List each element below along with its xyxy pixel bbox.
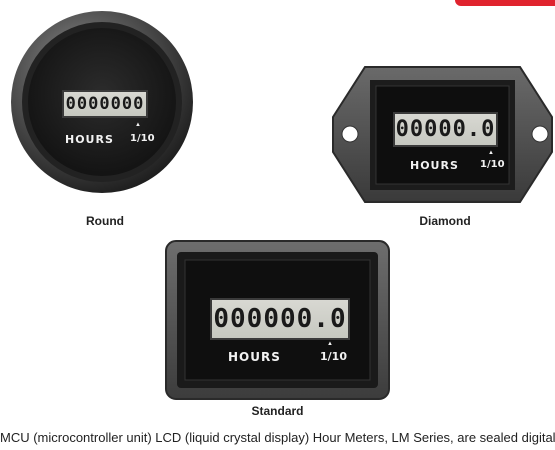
standard-tenth-arrow-icon: ▲ (327, 341, 333, 347)
red-corner-tab (455, 0, 555, 6)
diamond-tenth-arrow-icon: ▲ (488, 150, 494, 156)
diamond-hours-label: HOURS (410, 159, 459, 172)
description-text: MCU (microcontroller unit) LCD (liquid c… (0, 430, 555, 445)
round-tenth-arrow-icon: ▲ (135, 122, 141, 128)
standard-lcd-display: 000000.0 (210, 298, 350, 340)
round-hour-meter: 0000000 HOURS ▲ 1/10 (10, 10, 195, 195)
standard-hours-label: HOURS (228, 350, 281, 364)
diamond-caption: Diamond (419, 214, 471, 228)
standard-tenth-label: 1/10 (320, 350, 347, 363)
round-tenth-label: 1/10 (130, 133, 155, 144)
round-lcd-display: 0000000 (62, 90, 148, 118)
round-hours-label: HOURS (65, 133, 114, 146)
diamond-tenth-label: 1/10 (480, 159, 505, 170)
diamond-lcd-display: 00000.0 (393, 112, 498, 147)
round-caption: Round (86, 214, 124, 228)
standard-caption: Standard (251, 404, 304, 418)
standard-hour-meter: 000000.0 HOURS ▲ 1/10 (165, 240, 390, 400)
diamond-hour-meter: 00000.0 HOURS ▲ 1/10 (330, 62, 555, 207)
